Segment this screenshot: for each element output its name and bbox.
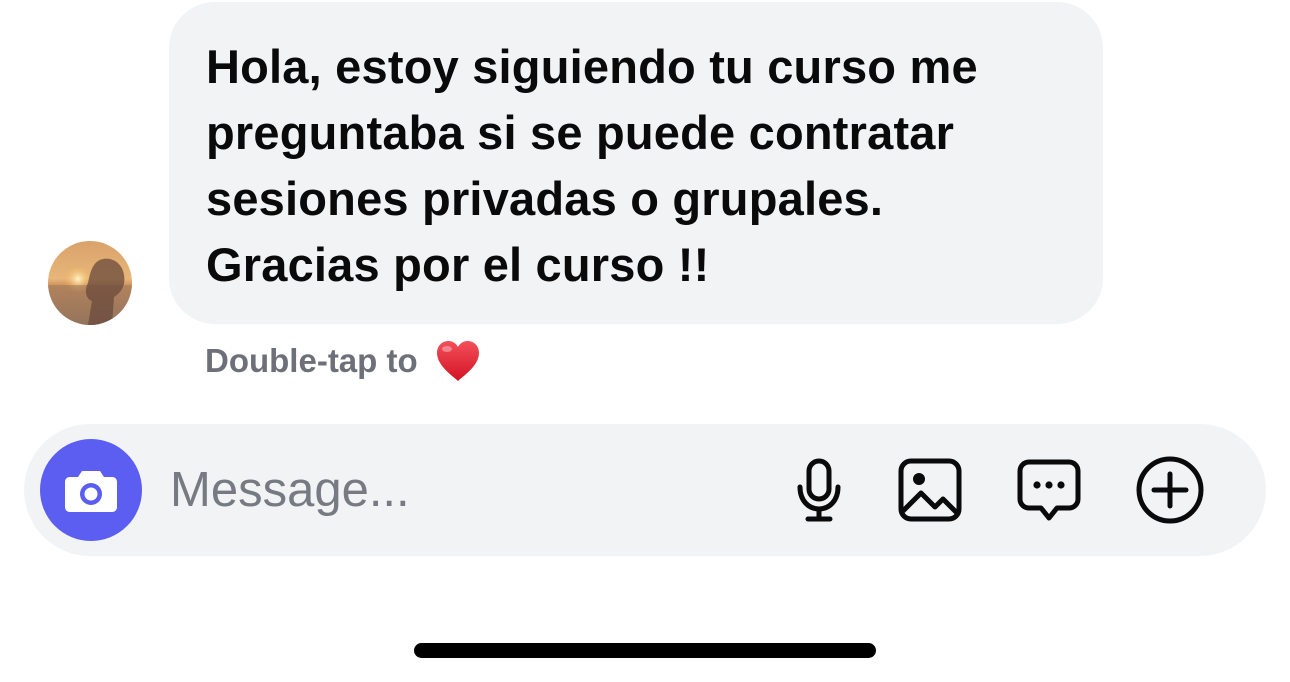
message-input[interactable] — [170, 458, 730, 522]
message-composer — [24, 424, 1266, 556]
heart-icon[interactable] — [434, 338, 482, 384]
double-tap-label: Double-tap to — [205, 342, 418, 379]
plus-circle-icon — [1136, 456, 1204, 524]
chat-bubble-icon — [1017, 459, 1081, 521]
microphone-icon — [797, 458, 841, 522]
double-tap-hint: Double-tap to — [205, 336, 482, 386]
more-options-button[interactable] — [1134, 454, 1206, 526]
sender-avatar[interactable] — [48, 241, 132, 325]
camera-icon — [65, 471, 117, 512]
image-icon — [898, 458, 962, 522]
quick-replies-button[interactable] — [1013, 454, 1085, 526]
voice-message-button[interactable] — [783, 454, 855, 526]
camera-button[interactable] — [40, 439, 142, 541]
message-text: Hola, estoy siguiendo tu curso me pregun… — [206, 40, 978, 291]
received-message-bubble[interactable]: Hola, estoy siguiendo tu curso me pregun… — [169, 2, 1103, 324]
avatar-photo — [48, 241, 132, 325]
home-indicator[interactable] — [414, 643, 876, 658]
gallery-button[interactable] — [894, 454, 966, 526]
